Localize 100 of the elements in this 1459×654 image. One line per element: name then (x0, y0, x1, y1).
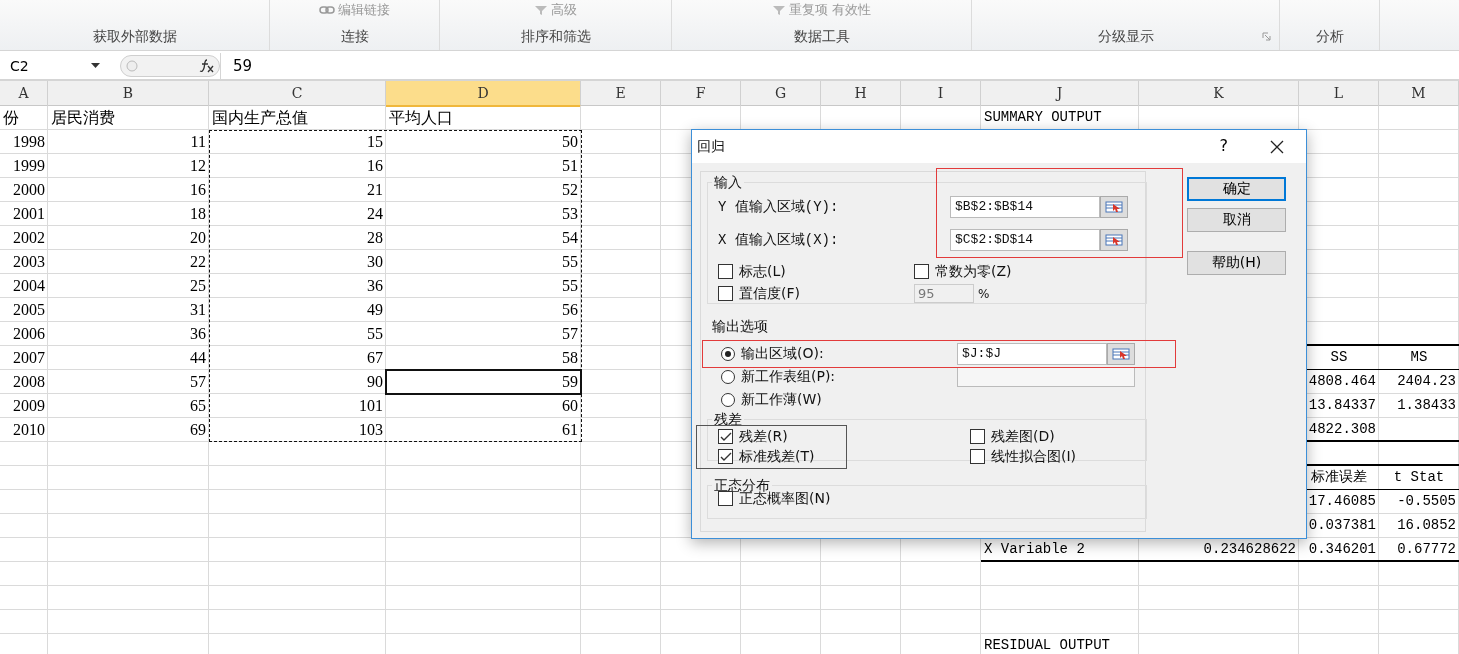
table-cell-text: 30 (366, 252, 384, 272)
percent-sign: % (978, 286, 990, 301)
formula-field[interactable]: 59 (220, 52, 1459, 79)
table-cell-text: 31 (189, 300, 207, 320)
group-label: 输出选项 (712, 318, 769, 336)
table-cell-text: 28 (366, 228, 384, 248)
sheet-name-field[interactable] (957, 366, 1135, 387)
function-icon[interactable] (199, 58, 215, 73)
table-cell-text: 2004 (12, 276, 46, 296)
table-cell-text: 0.037381 (1307, 516, 1377, 535)
table-cell-text: 67 (366, 348, 384, 368)
table-cell-text: 55 (561, 276, 579, 296)
dialog-launcher-icon[interactable] (1262, 32, 1271, 41)
table-cell-text: 16.0852 (1396, 516, 1457, 535)
dialog-title: 回归 (697, 137, 725, 156)
field-label: Y 值输入区域(Y): (718, 197, 839, 216)
table-cell-text: 58 (561, 348, 579, 368)
table-cell-text: 11 (189, 132, 207, 152)
table-cell-text: 57 (561, 324, 579, 344)
ribbon-group-label: 数据工具 (793, 28, 850, 46)
table-cell-text: 69 (189, 420, 207, 440)
table-cell-text: 90 (366, 372, 384, 392)
checkbox[interactable] (718, 264, 733, 279)
table-cell-text: 国内生产总值 (211, 108, 309, 128)
checkbox-label: 残差图(D) (991, 427, 1055, 446)
table-cell-text: 36 (189, 324, 207, 344)
table-cell: 59 (386, 370, 581, 394)
table-cell-text: 65 (189, 396, 207, 416)
checkbox-label: 常数为零(Z) (935, 262, 1012, 281)
checkbox[interactable] (718, 286, 733, 301)
checkbox-label: 标准残差(T) (739, 447, 815, 466)
name-box[interactable]: C2 (0, 54, 108, 77)
table-cell-text: 2006 (12, 324, 46, 344)
table-cell-text: 22 (189, 252, 207, 272)
group-label: 残差 (713, 411, 743, 427)
table-cell-text: 2009 (12, 396, 46, 416)
table-cell-text: 2010 (12, 420, 46, 440)
table-cell-text: X Variable 2 (983, 540, 1086, 559)
close-icon[interactable] (1270, 140, 1284, 154)
range-field[interactable]: $C$2:$D$14 (950, 228, 1100, 251)
table-cell-text: t Stat (1392, 468, 1446, 487)
radio-label: 新工作薄(W) (741, 390, 822, 409)
link-icon (319, 5, 335, 15)
resize-handle-icon[interactable] (125, 58, 139, 73)
table-cell-text: 13.84337 (1307, 396, 1377, 415)
table-cell-text: 54 (561, 228, 579, 248)
range-select-icon (1105, 200, 1123, 213)
table-cell-text: 53 (561, 204, 579, 224)
radio-button[interactable] (721, 392, 735, 407)
table-cell-text: 0.234628622 (1202, 540, 1297, 559)
table-cell-text: MS (1409, 348, 1429, 367)
table-cell-text: 16 (189, 180, 207, 200)
range-field[interactable]: $B$2:$B$14 (950, 195, 1100, 218)
table-cell-text: 57 (189, 372, 207, 392)
radio-label: 新工作表组(P): (741, 367, 836, 386)
checkbox[interactable] (970, 429, 985, 444)
table-cell-text: 2003 (12, 252, 46, 272)
checkbox[interactable] (914, 264, 929, 279)
range-picker-button[interactable] (1100, 228, 1128, 251)
table-cell-text: 2404.23 (1396, 372, 1457, 391)
table-cell-text: 4808.464 (1307, 372, 1377, 391)
radio-button[interactable] (721, 346, 735, 361)
ribbon-group-label: 分析 (1315, 28, 1344, 46)
table-cell-text: 16 (366, 156, 384, 176)
table-cell-text: 21 (366, 180, 384, 200)
checkbox[interactable] (718, 429, 733, 444)
radio-button[interactable] (721, 369, 735, 384)
range-select-icon (1112, 347, 1130, 360)
ok-button[interactable]: 确定 (1187, 177, 1286, 201)
table-cell-text: 居民消费 (50, 108, 116, 128)
table-cell-text: SS (1329, 348, 1349, 367)
range-field[interactable]: $J:$J (957, 342, 1107, 365)
table-cell-text: 36 (366, 276, 384, 296)
table-cell-text: 60 (561, 396, 579, 416)
checkbox-label: 置信度(F) (739, 284, 800, 303)
table-cell-text: 2005 (12, 300, 46, 320)
cancel-button[interactable]: 取消 (1187, 208, 1286, 232)
ribbon-group-label: 排序和筛选 (520, 28, 591, 46)
checkbox[interactable] (970, 449, 985, 464)
checkbox-label: 线性拟合图(I) (991, 447, 1077, 466)
help-button[interactable]: 帮助(H) (1187, 251, 1286, 275)
checkbox-label: 残差(R) (739, 427, 788, 446)
radio-label: 输出区域(O): (741, 344, 824, 363)
table-cell-text: 1999 (12, 156, 46, 176)
table-cell-text: 52 (561, 180, 579, 200)
column-header[interactable]: D (386, 81, 581, 107)
table-cell-text: 55 (561, 252, 579, 272)
range-picker-button[interactable] (1107, 342, 1135, 365)
table-cell-text: 2008 (12, 372, 46, 392)
help-button[interactable]: ? (1219, 136, 1228, 155)
checkbox[interactable] (718, 449, 733, 464)
table-cell-text: 20 (189, 228, 207, 248)
table-cell-text: 55 (366, 324, 384, 344)
range-picker-button[interactable] (1100, 195, 1128, 218)
table-cell-text: 50 (561, 132, 579, 152)
checkbox[interactable] (718, 491, 733, 506)
table-cell-text: 17.46085 (1307, 492, 1377, 511)
table-cell-text: 51 (561, 156, 579, 176)
table-cell-text: 101 (358, 396, 384, 416)
checkbox-label: 标志(L) (739, 262, 786, 281)
